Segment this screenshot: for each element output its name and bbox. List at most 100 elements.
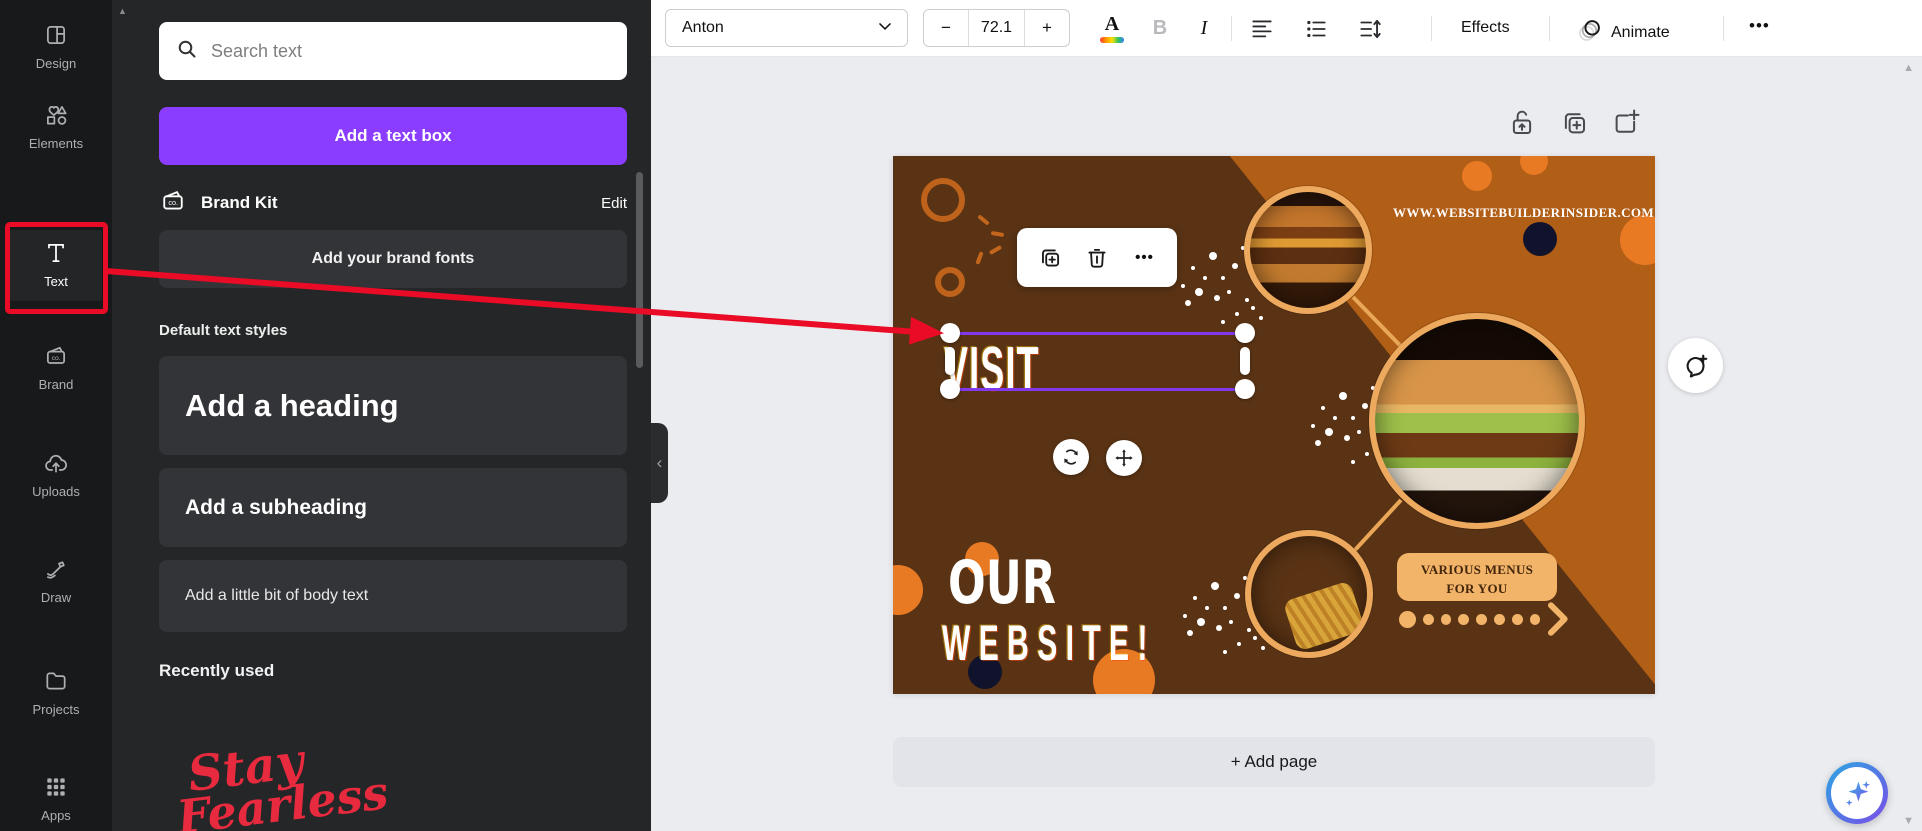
elements-icon [43,102,69,131]
recently-used-text-preview[interactable]: Stay Fearless [185,723,391,831]
element-more-button[interactable]: ••• [1130,243,1160,273]
svg-text:co.: co. [168,198,178,207]
font-size-value[interactable]: 72.1 [969,10,1024,46]
canvas-scroll-down-icon[interactable]: ▼ [1903,815,1914,827]
sidebar-item-apps[interactable]: Apps [0,774,112,823]
sidebar-item-label: Text [44,274,68,289]
unlock-icon[interactable] [1507,106,1537,140]
selection-handle-bottom-right[interactable] [1235,379,1255,399]
sidebar-item-label: Apps [41,808,71,823]
add-subheading-card[interactable]: Add a subheading [159,468,627,547]
panel-collapse-tab[interactable]: ‹ [651,423,668,503]
animate-button[interactable]: Animate [1569,11,1678,54]
draw-pen-icon [43,556,69,585]
add-comment-button[interactable] [1668,338,1723,393]
design-icon [43,22,69,51]
canvas-scroll-up-icon[interactable]: ▲ [1903,62,1914,74]
text-align-button[interactable] [1249,16,1275,42]
headline-website[interactable]: WEBSITE! [942,618,1156,668]
italic-button[interactable]: I [1187,8,1221,48]
toolbar-separator [1549,16,1550,41]
font-family-select[interactable]: Anton [665,9,908,47]
delete-element-button[interactable] [1082,243,1112,273]
rotate-icon [1061,447,1081,467]
selection-handle-left[interactable] [945,347,955,375]
list-button[interactable] [1303,16,1329,42]
sidebar-item-label: Draw [41,590,71,605]
brand-kit-edit-link[interactable]: Edit [601,195,627,212]
recently-used-label: Recently used [159,661,274,681]
sidebar-item-uploads[interactable]: Uploads [0,450,112,499]
chevron-down-icon [875,16,895,41]
page-controls [1507,106,1641,140]
svg-text:co.: co. [52,355,61,362]
menus-badge[interactable]: VARIOUS MENUS FOR YOU [1397,553,1557,601]
line-spacing-button[interactable] [1357,16,1383,42]
selection-handle-right[interactable] [1240,347,1250,375]
text-icon [43,240,69,269]
navy-dot [1523,222,1557,256]
sidebar-item-brand[interactable]: co. Brand [0,343,112,392]
search-icon [175,37,199,66]
annotation-arrow-head [909,317,945,347]
editor-main: Anton − 72.1 + A B I Effects An [651,0,1922,831]
badge-line2: FOR YOU [1397,580,1557,599]
design-page[interactable]: WWW.WEBSITEBUILDERINSIDER.COM VISIT OUR … [893,156,1655,694]
selection-handle-top-right[interactable] [1235,323,1255,343]
dotted-arrow [1399,604,1569,634]
burger-fries-photo[interactable] [1245,530,1373,658]
burger-photo-large[interactable] [1369,313,1585,529]
rainbow-color-bar [1100,37,1124,43]
connector-line [1352,499,1402,553]
text-panel: Add a text box co. Brand Kit Edit Add yo… [112,0,651,831]
brand-kit-title: Brand Kit [201,193,278,213]
add-heading-card[interactable]: Add a heading [159,356,627,455]
font-size-decrease-button[interactable]: − [924,10,969,46]
add-page-button[interactable]: + Add page [893,737,1655,787]
panel-scrollbar[interactable] [636,172,643,368]
canva-assistant-button[interactable] [1826,762,1888,824]
selection-border-bottom [950,388,1245,391]
toolbar-separator [1723,16,1724,41]
burger-photo-top[interactable] [1244,186,1372,314]
text-color-button[interactable]: A [1094,8,1130,48]
text-color-letter: A [1105,14,1119,34]
sidebar-item-projects[interactable]: Projects [0,668,112,717]
sidebar-item-label: Projects [33,702,80,717]
element-floating-toolbar: ••• [1017,228,1177,287]
sidebar-item-text[interactable]: Text [10,230,102,301]
bold-button[interactable]: B [1143,8,1177,48]
search-input[interactable] [211,41,611,62]
animate-label: Animate [1611,24,1670,42]
toolbar-separator [1231,16,1232,41]
canva-editor: Design Elements Text co. Brand Uploads D… [0,0,1922,831]
website-url-text[interactable]: WWW.WEBSITEBUILDERINSIDER.COM [1393,205,1643,221]
chalk-circle [935,267,965,297]
brand-icon: co. [43,343,69,372]
spark-ray [991,231,1004,237]
add-text-box-button[interactable]: Add a text box [159,107,627,165]
sidebar-item-design[interactable]: Design [0,22,112,71]
search-box[interactable] [159,22,627,80]
font-size-increase-button[interactable]: + [1024,10,1069,46]
panel-scroll-up-icon[interactable]: ▲ [118,6,127,16]
add-body-text-card[interactable]: Add a little bit of body text [159,560,627,632]
duplicate-element-button[interactable] [1035,243,1065,273]
toolbar-separator [1431,16,1432,41]
sidebar-item-draw[interactable]: Draw [0,556,112,605]
add-page-icon[interactable] [1611,106,1641,140]
effects-button[interactable]: Effects [1451,13,1520,43]
chalk-circle [921,178,965,222]
text-format-toolbar: Anton − 72.1 + A B I Effects An [651,0,1922,57]
sidebar-item-label: Design [36,56,76,71]
toolbar-more-button[interactable]: ••• [1741,8,1778,44]
selection-handle-bottom-left[interactable] [940,379,960,399]
collapse-chevron-icon: ‹ [657,453,663,473]
rotate-handle[interactable] [1053,439,1089,475]
move-handle[interactable] [1106,440,1142,476]
duplicate-page-icon[interactable] [1559,106,1589,140]
headline-our[interactable]: OUR [948,553,1056,613]
brand-kit-icon: co. [159,187,187,220]
arrowhead-chevron-icon [1547,602,1569,636]
sidebar-item-elements[interactable]: Elements [0,102,112,151]
